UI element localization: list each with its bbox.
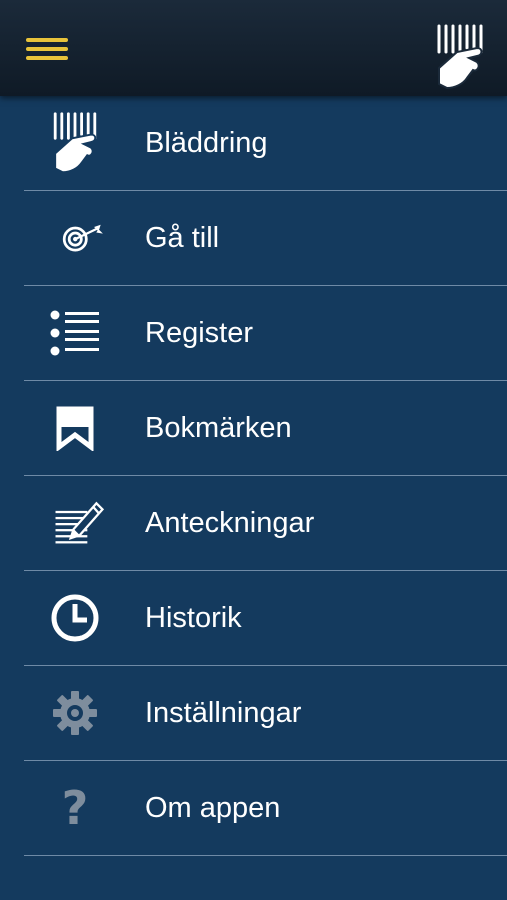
menu-item-label: Anteckningar [145,507,315,539]
menu-item-historik[interactable]: Historik [0,571,507,666]
navigation-menu: Bläddring Gå till Register Bokmärken Ant… [0,96,507,856]
bookmark-icon [46,399,104,457]
menu-item-label: Historik [145,602,242,634]
menu-item-bladdring[interactable]: Bläddring [0,96,507,191]
menu-item-bokmarken[interactable]: Bokmärken [0,381,507,476]
menu-item-installningar[interactable]: Inställningar [0,666,507,761]
hand-pointing-bars-icon [46,112,104,174]
menu-item-label: Om appen [145,792,281,824]
divider [24,855,507,856]
menu-item-label: Register [145,317,253,349]
clock-icon [46,589,104,647]
gear-icon [46,684,104,742]
menu-item-label: Inställningar [145,697,302,729]
menu-item-ga-till[interactable]: Gå till [0,191,507,286]
menu-item-om-appen[interactable]: ? Om appen [0,761,507,856]
hamburger-menu-icon[interactable] [26,38,70,64]
menu-item-register[interactable]: Register [0,286,507,381]
question-mark-icon: ? [61,781,89,835]
hand-pointing-logo-icon [437,24,483,90]
notes-pencil-icon [46,494,104,552]
top-app-bar [0,0,507,96]
menu-item-label: Bokmärken [145,412,292,444]
list-icon [46,304,104,362]
menu-item-anteckningar[interactable]: Anteckningar [0,476,507,571]
menu-item-label: Bläddring [145,127,268,159]
menu-item-label: Gå till [145,222,220,254]
target-arrow-icon [46,209,104,267]
